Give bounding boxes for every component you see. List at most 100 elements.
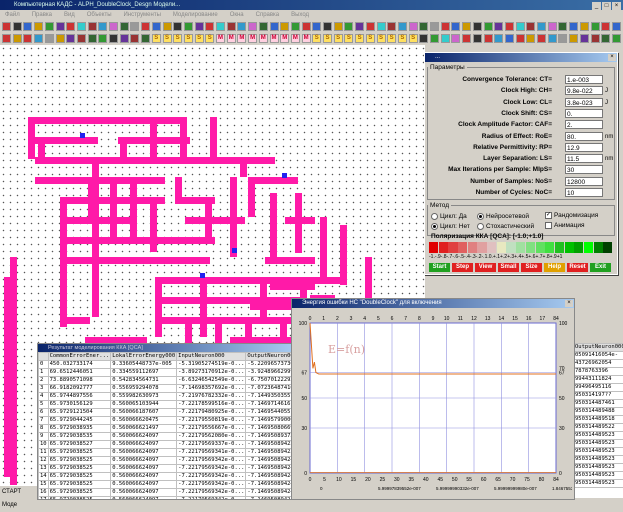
component-button[interactable] [2, 34, 11, 43]
component-button[interactable] [601, 34, 610, 43]
component-button[interactable]: S [366, 34, 375, 43]
toolbar-button[interactable] [612, 22, 621, 31]
qca-cell-wire[interactable] [165, 237, 215, 244]
table-cell[interactable]: 99443111824 [574, 376, 623, 384]
table-row[interactable]: 950314489518 [574, 416, 623, 424]
toolbar-button[interactable] [484, 22, 493, 31]
table-cell[interactable]: 66.9182092777 [48, 385, 111, 393]
table-cell[interactable]: 9.33605448737e-005 [111, 361, 177, 369]
step-button[interactable]: Step [452, 263, 473, 272]
qca-cell-wire[interactable] [230, 177, 237, 257]
toolbar-button[interactable] [580, 22, 589, 31]
toolbar-button[interactable] [366, 22, 375, 31]
minimize-button[interactable]: _ [592, 2, 601, 10]
component-button[interactable] [591, 34, 600, 43]
qca-cell-wire[interactable] [200, 277, 207, 337]
toolbar-button[interactable] [398, 22, 407, 31]
table-cell[interactable]: 7 [39, 417, 49, 425]
table-cell[interactable]: -7.14695089424e-0... [246, 473, 293, 481]
table-row[interactable]: 950314489523 [574, 472, 623, 480]
table-cell[interactable]: 0.560066624097 [111, 441, 177, 449]
component-button[interactable] [484, 34, 493, 43]
toolbar-button[interactable] [13, 22, 22, 31]
toolbar-button[interactable] [141, 22, 150, 31]
component-button[interactable] [130, 34, 139, 43]
toolbar-button[interactable] [344, 22, 353, 31]
table-cell[interactable]: 0.334559112697 [111, 369, 177, 377]
input-cell[interactable] [200, 273, 205, 278]
table-cell[interactable]: 99496495116 [574, 384, 623, 392]
component-button[interactable] [23, 34, 32, 43]
column-header[interactable]: LokalErrorEnergy000 [111, 353, 177, 361]
table-row[interactable]: 43726962054 [574, 360, 623, 368]
table-row[interactable]: 950314489523 [574, 440, 623, 448]
param-value-field[interactable]: 12800 [565, 177, 603, 186]
qca-cell-wire[interactable] [35, 177, 165, 184]
component-button[interactable] [66, 34, 75, 43]
component-button[interactable] [141, 34, 150, 43]
toolbar-button[interactable] [152, 22, 161, 31]
table-cell[interactable]: 950314489523 [574, 432, 623, 440]
table-cell[interactable]: 65.9730156129 [48, 401, 111, 409]
qca-cell-wire[interactable] [155, 317, 295, 324]
table-cell[interactable]: 17 [39, 497, 49, 501]
param-value-field[interactable]: 2. [565, 120, 603, 129]
table-row[interactable]: 565.97301561290.560065103944-7.221785995… [39, 401, 294, 409]
animation-checkbox[interactable]: Анимация [545, 221, 585, 230]
component-button[interactable] [56, 34, 65, 43]
table-cell[interactable]: 0.560066624097 [111, 489, 177, 497]
table-cell[interactable]: 65.9744897556 [48, 393, 111, 401]
toolbar-button[interactable] [537, 22, 546, 31]
component-button[interactable]: S [205, 34, 214, 43]
table-cell[interactable]: -7.22179562080e-0... [177, 433, 246, 441]
table-cell[interactable]: 950314489518 [574, 416, 623, 424]
component-button[interactable]: M [248, 34, 257, 43]
table-cell[interactable]: 2 [39, 377, 49, 385]
component-button[interactable]: S [195, 34, 204, 43]
toolbar-button[interactable] [419, 22, 428, 31]
cycle-no-radio[interactable]: Цикл: Нет [431, 222, 470, 231]
toolbar-button[interactable] [130, 22, 139, 31]
toolbar-button[interactable] [291, 22, 300, 31]
toolbar-button[interactable] [355, 22, 364, 31]
table-row[interactable]: 1165.97290385250.560066624097-7.22179569… [39, 449, 294, 457]
toolbar-button[interactable] [195, 22, 204, 31]
table-cell[interactable]: -7.22178599516e-0... [177, 401, 246, 409]
toolbar-button[interactable] [98, 22, 107, 31]
taskbar-start[interactable]: СТАРТ Моде [0, 485, 37, 498]
qca-cell-wire[interactable] [150, 117, 157, 157]
component-button[interactable]: M [280, 34, 289, 43]
component-button[interactable]: S [152, 34, 161, 43]
input-cell[interactable] [282, 173, 287, 178]
toolbar-button[interactable] [430, 22, 439, 31]
toolbar-button[interactable] [387, 22, 396, 31]
component-button[interactable]: M [216, 34, 225, 43]
table-cell[interactable]: 11 [39, 449, 49, 457]
component-button[interactable]: S [173, 34, 182, 43]
menu-help[interactable]: Справка [251, 10, 285, 21]
table-cell[interactable]: 14 [39, 473, 49, 481]
qca-cell-wire[interactable] [248, 177, 298, 184]
qca-cell-wire[interactable] [270, 283, 315, 290]
toolbar-button[interactable] [312, 22, 321, 31]
maximize-button[interactable]: □ [602, 2, 611, 10]
toolbar-button[interactable] [184, 22, 193, 31]
table-cell[interactable]: 0.556959294078 [111, 385, 177, 393]
table-cell[interactable]: 950314489523 [574, 440, 623, 448]
qca-cell-wire[interactable] [240, 157, 247, 177]
menu-view[interactable]: Вид [59, 10, 80, 21]
table-cell[interactable]: -7.22179569342e-0... [177, 497, 246, 501]
table-row[interactable]: 950314489523 [574, 464, 623, 472]
component-button[interactable]: M [302, 34, 311, 43]
component-button[interactable] [462, 34, 471, 43]
table-cell[interactable]: 7878763396 [574, 368, 623, 376]
toolbar-button[interactable] [409, 22, 418, 31]
component-button[interactable] [473, 34, 482, 43]
component-button[interactable]: M [227, 34, 236, 43]
component-button[interactable]: M [237, 34, 246, 43]
table-cell[interactable]: -3.89273170912e-0... [177, 369, 246, 377]
table-cell[interactable]: 950314197?? [574, 392, 623, 400]
component-button[interactable] [13, 34, 22, 43]
component-button[interactable] [77, 34, 86, 43]
table-cell[interactable]: 950314489523 [574, 456, 623, 464]
